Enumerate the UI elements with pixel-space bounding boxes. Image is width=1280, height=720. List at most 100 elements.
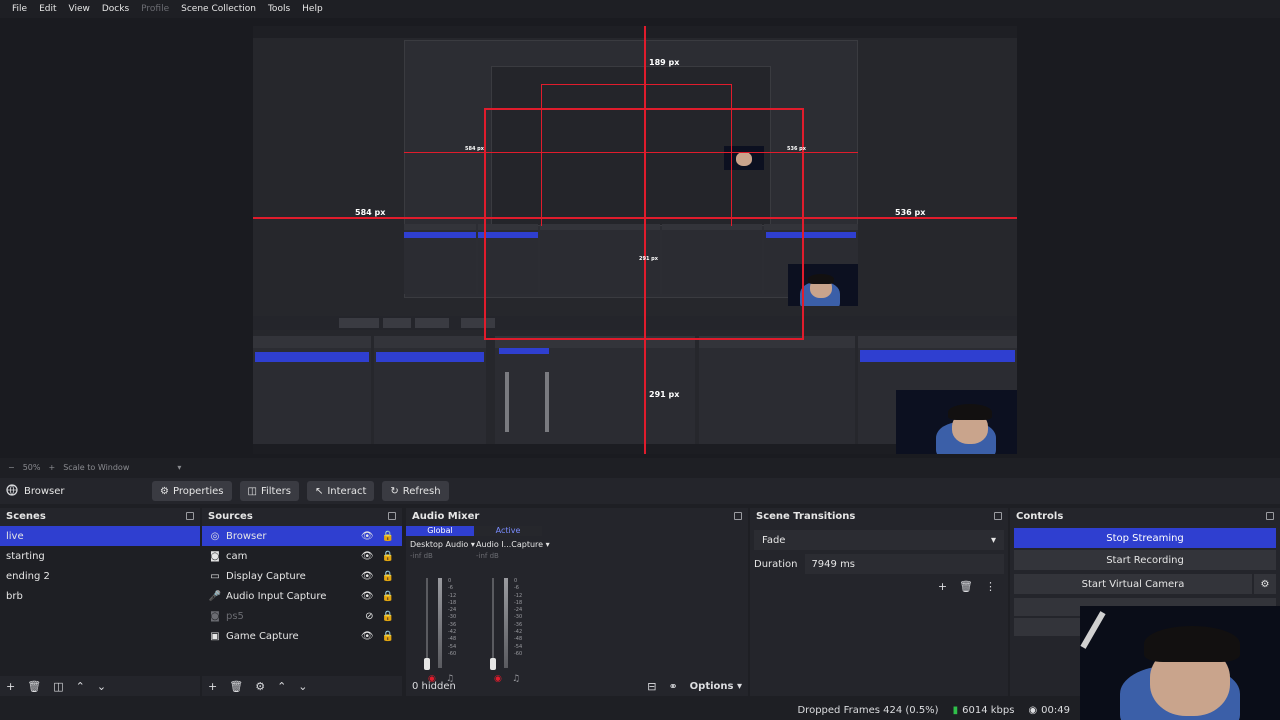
stop-streaming-button[interactable]: Stop Streaming <box>1014 528 1276 548</box>
gear-icon: ⚙ <box>160 485 169 497</box>
add-icon[interactable]: + <box>6 680 15 693</box>
eye-icon[interactable]: 👁 <box>361 551 374 562</box>
scene-item[interactable]: ending 2 <box>0 566 200 586</box>
broadcast-icon: ◉ <box>1028 704 1038 716</box>
gear-icon[interactable]: ⚙ <box>255 680 265 693</box>
source-item[interactable]: ◎ Browser 👁 🔒 <box>202 526 402 546</box>
menu-docks[interactable]: Docks <box>96 4 135 14</box>
lock-icon[interactable]: 🔒 <box>382 631 394 642</box>
tab-active[interactable]: Active <box>474 526 542 536</box>
menu-edit[interactable]: Edit <box>33 4 62 14</box>
source-item[interactable]: ▭ Display Capture 👁 🔒 <box>202 566 402 586</box>
source-item[interactable]: ◙ cam 👁 🔒 <box>202 546 402 566</box>
scene-item[interactable]: starting <box>0 546 200 566</box>
undock-icon[interactable] <box>186 512 194 520</box>
trash-icon[interactable]: 🗑 <box>229 680 243 693</box>
source-item[interactable]: ◙ ps5 ⊘ 🔒 <box>202 606 402 626</box>
channel-name[interactable]: Audio I...Capture ▾ <box>476 540 550 549</box>
arrow-up-icon[interactable]: ⌃ <box>76 680 85 693</box>
menu-help[interactable]: Help <box>296 4 329 14</box>
scene-item[interactable]: brb <box>0 586 200 606</box>
undock-icon[interactable] <box>1266 512 1274 520</box>
menu-file[interactable]: File <box>6 4 33 14</box>
source-item[interactable]: 🎤 Audio Input Capture 👁 🔒 <box>202 586 402 606</box>
add-icon[interactable]: + <box>208 680 217 693</box>
lock-icon[interactable]: 🔒 <box>382 531 394 542</box>
lock-icon[interactable]: 🔒 <box>382 551 394 562</box>
nested-scenes-panel <box>404 224 476 294</box>
sources-footer: + 🗑 ⚙ ⌃ ⌄ <box>202 676 402 696</box>
guide-line-inner-h <box>404 152 858 153</box>
sources-dock: Sources ◎ Browser 👁 🔒 ◙ cam 👁 🔒 ▭ Display … <box>202 508 402 696</box>
eye-hidden-icon[interactable]: ⊘ <box>365 611 373 622</box>
zoom-in-button[interactable]: + <box>48 463 55 472</box>
menu-tools[interactable]: Tools <box>262 4 296 14</box>
scale-mode-select[interactable]: Scale to Window <box>63 463 129 472</box>
controls-header: Controls <box>1010 508 1280 524</box>
filters-button[interactable]: ◫ Filters <box>239 481 299 501</box>
eye-icon[interactable]: 👁 <box>361 571 374 582</box>
undock-icon[interactable] <box>994 512 1002 520</box>
gamepad-icon: ▣ <box>210 630 220 642</box>
sources-title: Sources <box>208 510 253 522</box>
source-item[interactable]: ▣ Game Capture 👁 🔒 <box>202 626 402 646</box>
transition-actions: + 🗑 ⋮ <box>754 580 1004 593</box>
preview-canvas[interactable]: 189 px 584 px 536 px 291 px 584 px 536 p… <box>253 26 1017 454</box>
browser-icon: ◎ <box>210 530 220 542</box>
refresh-button[interactable]: ↻ Refresh <box>382 481 449 501</box>
filter-icon[interactable]: ◫ <box>53 680 63 693</box>
volume-fader-knob[interactable] <box>490 658 496 670</box>
sources-dock-header: Sources <box>202 508 402 524</box>
options-button[interactable]: Options ▾ <box>690 681 742 692</box>
more-icon[interactable]: ⋮ <box>985 580 996 593</box>
eye-icon[interactable]: 👁 <box>361 591 374 602</box>
guide-line-inner-left <box>541 84 542 226</box>
refresh-label: Refresh <box>402 485 441 497</box>
chevron-down-icon[interactable]: ▾ <box>177 463 181 472</box>
zoom-out-button[interactable]: − <box>8 463 15 472</box>
scene-item[interactable]: live <box>0 526 200 546</box>
arrow-down-icon[interactable]: ⌄ <box>97 680 106 693</box>
preview-area[interactable]: 189 px 584 px 536 px 291 px 584 px 536 p… <box>0 18 1280 458</box>
menu-scene-collection[interactable]: Scene Collection <box>175 4 262 14</box>
volume-slider[interactable] <box>426 578 428 668</box>
add-icon[interactable]: + <box>938 580 947 593</box>
source-item-label: ps5 <box>226 610 244 622</box>
gear-icon[interactable]: ⚙ <box>1254 574 1276 594</box>
lock-icon[interactable]: 🔒 <box>382 571 394 582</box>
channel-name[interactable]: Desktop Audio ▾ <box>410 540 478 549</box>
source-item-label: Display Capture <box>226 570 306 582</box>
link-icon[interactable]: ⚭ <box>668 680 677 693</box>
stream-time: 00:49 <box>1041 704 1070 716</box>
start-recording-button[interactable]: Start Recording <box>1014 550 1276 570</box>
transitions-title: Scene Transitions <box>756 510 856 522</box>
source-toolbar: Browser ⚙ Properties ◫ Filters ↖ Interac… <box>0 478 1280 504</box>
properties-button[interactable]: ⚙ Properties <box>152 481 232 501</box>
trash-icon[interactable]: 🗑 <box>27 680 41 693</box>
undock-icon[interactable] <box>734 512 742 520</box>
arrow-down-icon[interactable]: ⌄ <box>298 680 307 693</box>
volume-slider[interactable] <box>492 578 494 668</box>
interact-button[interactable]: ↖ Interact <box>306 481 375 501</box>
undock-icon[interactable] <box>388 512 396 520</box>
trash-icon[interactable]: 🗑 <box>959 580 973 593</box>
volume-fader-knob[interactable] <box>424 658 430 670</box>
menu-view[interactable]: View <box>63 4 96 14</box>
eye-icon[interactable]: 👁 <box>361 631 374 642</box>
arrow-up-icon[interactable]: ⌃ <box>277 680 286 693</box>
lock-icon[interactable]: 🔒 <box>382 591 394 602</box>
bitrate-value: 6014 kbps <box>962 704 1015 716</box>
layout-icon[interactable]: ⊟ <box>647 680 656 693</box>
transition-select[interactable]: Fade ▾ <box>754 530 1004 550</box>
refresh-icon: ↻ <box>390 485 399 497</box>
camera-icon: ◙ <box>210 550 220 562</box>
duration-input[interactable]: 7949 ms <box>805 554 1004 574</box>
menu-profile[interactable]: Profile <box>135 4 175 14</box>
start-virtual-camera-button[interactable]: Start Virtual Camera <box>1014 574 1252 594</box>
transitions-header: Scene Transitions <box>750 508 1008 524</box>
guide-line-right <box>802 108 804 340</box>
lock-icon[interactable]: 🔒 <box>382 611 394 622</box>
tab-global[interactable]: Global <box>406 526 474 536</box>
eye-icon[interactable]: 👁 <box>361 531 374 542</box>
nested-scenes-panel-large <box>253 336 371 444</box>
